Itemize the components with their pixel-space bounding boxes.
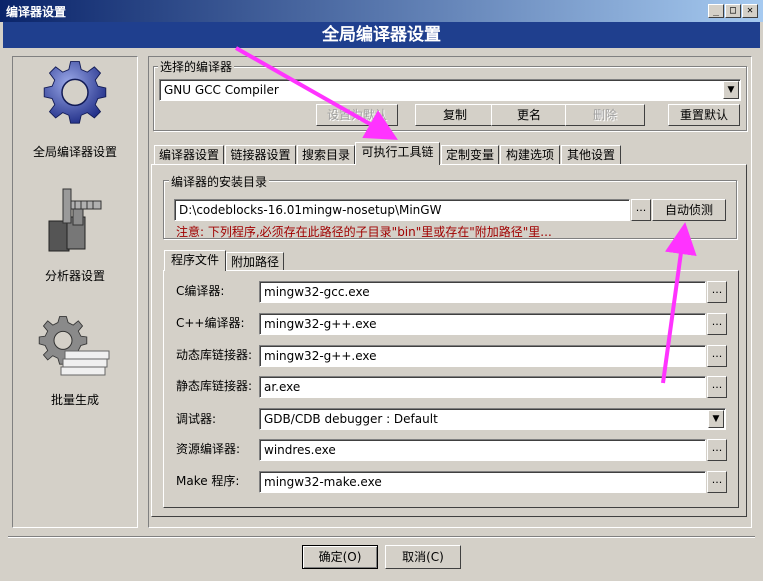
program-label-resource-compiler: 资源编译器: [176,442,241,456]
compiler-select[interactable]: GNU GCC Compiler [159,79,741,101]
close-button[interactable]: ✕ [742,4,758,18]
dynamic-linker-value: mingw32-g++.exe [264,349,377,363]
make-program-input[interactable]: mingw32-make.exe [259,471,706,493]
tab-custom-variables[interactable]: 定制变量 [441,145,499,165]
selected-compiler-label: 选择的编译器 [158,58,235,75]
static-linker-value: ar.exe [264,380,301,394]
page-title: 全局编译器设置 [3,22,760,48]
sidebar-item-global[interactable] [43,61,107,145]
dynamic-linker-browse-button[interactable]: ... [707,345,727,367]
program-label-static-linker: 静态库链接器: [176,379,253,393]
sidebar-item-label: 批量生成 [50,393,99,407]
install-dir-label: 编译器的安装目录 [169,173,270,190]
rename-button[interactable]: 更名 [491,104,567,126]
debugger-value: GDB/CDB debugger : Default [264,412,438,426]
tab-linker-settings[interactable]: 链接器设置 [225,145,296,165]
install-note: 注意: 下列程序,必须存在此路径的子目录"bin"里或存在"附加路径"里... [176,225,552,239]
copy-button[interactable]: 复制 [415,104,495,126]
tab-program-files[interactable]: 程序文件 [164,250,226,271]
minimize-button[interactable]: _ [708,4,724,18]
c-compiler-browse-button[interactable]: ... [707,281,727,303]
install-dir-browse-button[interactable]: ... [631,199,651,221]
compiler-select-value: GNU GCC Compiler [164,83,279,97]
install-dir-value: D:\codeblocks-16.01mingw-nosetup\MinGW [179,203,442,217]
tab-build-options[interactable]: 构建选项 [500,145,560,165]
cpp-compiler-value: mingw32-g++.exe [264,317,377,331]
make-program-browse-button[interactable]: ... [707,471,727,493]
program-label-cpp-compiler: C++编译器: [176,316,245,330]
chevron-down-icon[interactable]: ▼ [708,410,724,428]
tab-toolchain-executables[interactable]: 可执行工具链 [355,142,440,165]
program-label-debugger: 调试器: [176,412,217,426]
footer-divider [8,536,755,538]
caliper-icon [48,188,102,252]
cpp-compiler-browse-button[interactable]: ... [707,313,727,335]
window-titlebar: 编译器设置 _ □ ✕ [0,0,763,22]
program-label-make: Make 程序: [176,474,240,488]
program-label-dynamic-linker: 动态库链接器: [176,348,253,362]
tab-other-settings[interactable]: 其他设置 [561,145,621,165]
sidebar-item-batch[interactable] [35,313,115,381]
reset-default-button[interactable]: 重置默认 [668,104,740,126]
resource-compiler-input[interactable]: windres.exe [259,439,706,461]
sidebar-item-label: 分析器设置 [44,269,105,283]
sidebar: 全局编译器设置 分析器设置 批量生成 [12,56,138,528]
ok-button[interactable]: 确定(O) [302,545,378,569]
install-dir-input[interactable]: D:\codeblocks-16.01mingw-nosetup\MinGW [174,199,630,221]
sidebar-item-profiler[interactable] [43,183,107,263]
sidebar-item-label: 全局编译器设置 [32,145,117,159]
resource-compiler-browse-button[interactable]: ... [707,439,727,461]
cancel-button[interactable]: 取消(C) [385,545,461,569]
cpp-compiler-input[interactable]: mingw32-g++.exe [259,313,706,335]
autodetect-button[interactable]: 自动侦测 [652,199,726,221]
make-program-value: mingw32-make.exe [264,475,382,489]
set-default-button[interactable]: 设置为默认 [316,104,398,126]
window-title: 编译器设置 [6,5,67,19]
c-compiler-value: mingw32-gcc.exe [264,285,370,299]
tab-additional-paths[interactable]: 附加路径 [226,252,284,271]
maximize-button[interactable]: □ [725,4,741,18]
static-linker-browse-button[interactable]: ... [707,376,727,398]
chevron-down-icon[interactable]: ▼ [723,81,739,99]
delete-button[interactable]: 删除 [565,104,645,126]
program-label-c-compiler: C编译器: [176,284,225,298]
c-compiler-input[interactable]: mingw32-gcc.exe [259,281,706,303]
batch-gear-icon [38,316,110,376]
debugger-select[interactable]: GDB/CDB debugger : Default [259,408,726,430]
static-linker-input[interactable]: ar.exe [259,376,706,398]
tab-search-dirs[interactable]: 搜索目录 [297,145,355,165]
tab-compiler-settings[interactable]: 编译器设置 [154,145,224,165]
dynamic-linker-input[interactable]: mingw32-g++.exe [259,345,706,367]
gear-icon [43,61,107,124]
resource-compiler-value: windres.exe [264,443,336,457]
